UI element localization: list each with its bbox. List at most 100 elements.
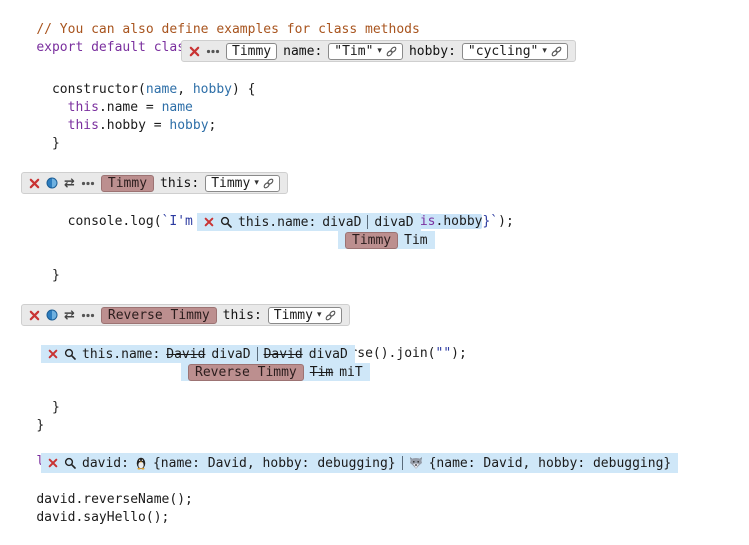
this-value-dropdown[interactable]: Timmy ▾: [205, 175, 280, 192]
string-token: "": [436, 346, 452, 361]
name-value-text: "Tim": [334, 44, 373, 59]
link-icon[interactable]: [386, 46, 397, 57]
example-chip[interactable]: Timmy: [345, 232, 398, 249]
name-value-dropdown[interactable]: "Tim" ▾: [328, 43, 403, 60]
code-token: .name =: [99, 100, 162, 115]
chevron-down-icon: ▾: [317, 311, 322, 320]
param-token: hobby: [193, 82, 232, 97]
code-token: }: [36, 136, 59, 151]
code-token: console.log(: [36, 214, 161, 229]
code-line-call-reverse[interactable]: david.reverseName();: [5, 473, 749, 491]
probe-value: divaD: [322, 215, 361, 230]
probe-value: divaD: [309, 347, 348, 362]
this-label: this:: [160, 176, 199, 191]
class-example-widget: Timmy name: "Tim" ▾ hobby: "cycling" ▾: [181, 40, 576, 62]
probe-value: {name: David, hobby: debugging}: [153, 456, 396, 471]
hobby-value-dropdown[interactable]: "cycling" ▾: [462, 43, 568, 60]
code-line-blank[interactable]: [5, 135, 749, 153]
swap-arrows-icon[interactable]: ⇄: [64, 308, 75, 323]
variable-token: hobby: [169, 118, 208, 133]
sayhello-example-row: ⇄ Timmy this: Timmy ▾: [21, 171, 749, 195]
remove-example-button[interactable]: [29, 310, 40, 321]
this-label: this:: [223, 308, 262, 323]
example-chip[interactable]: Timmy: [101, 175, 154, 192]
remove-example-button[interactable]: [29, 178, 40, 189]
code-line-reverse-head[interactable]: reverseName() {: [5, 285, 749, 303]
code-token: );: [451, 346, 467, 361]
probe-value: miT: [339, 365, 362, 380]
keyword-token: export default class: [36, 40, 200, 55]
probe-label: this.name:: [238, 215, 316, 230]
code-line-let-david[interactable]: let david = new Person("David", "debuggi…: [5, 435, 749, 453]
remove-probe-button[interactable]: [204, 217, 214, 227]
param-token: name: [146, 82, 177, 97]
wolf-icon: [409, 457, 423, 470]
code-line-sayhello-head[interactable]: sayHello() {: [5, 153, 749, 171]
code-line-reverse-body[interactable]: this.name = this.name.split("").reverse(…: [5, 327, 749, 345]
code-token: }: [36, 400, 59, 415]
code-token: david.sayHello();: [36, 510, 169, 525]
probe-widget: Timmy Tim: [338, 231, 435, 249]
code-line-log[interactable]: console.log(`I'm ${this.name} and I like…: [5, 195, 749, 213]
keyword-token: this: [68, 100, 99, 115]
code-line-blank[interactable]: [5, 267, 749, 285]
probe-widget: this.name: David divaD David divaD: [41, 345, 355, 363]
swap-arrows-icon[interactable]: ⇄: [64, 176, 75, 191]
probe-value: divaD: [211, 347, 250, 362]
name-param-label: name:: [283, 44, 322, 59]
example-chip[interactable]: Reverse Timmy: [188, 364, 304, 381]
reverse-example-widget: ⇄ Reverse Timmy this: Timmy ▾: [21, 304, 350, 326]
code-line-blank[interactable]: [5, 417, 749, 435]
code-line-class-close[interactable]: }: [5, 399, 749, 417]
value-divider: [257, 347, 258, 361]
code-token: david.reverseName();: [36, 492, 193, 507]
probe-old-value: David: [166, 347, 205, 362]
toggle-example-icon[interactable]: [46, 309, 58, 321]
code-token: ,: [177, 82, 193, 97]
code-token: }: [36, 268, 59, 283]
magnifier-icon: [220, 216, 232, 228]
probe-old-value: David: [264, 347, 303, 362]
probe-widget: david: {name: David, hobby: debugging} {…: [41, 453, 678, 473]
probe-label: david:: [82, 456, 129, 471]
remove-example-button[interactable]: [189, 46, 200, 57]
code-token: ) {: [232, 82, 255, 97]
sayhello-probe-row2: Timmy Tim: [338, 231, 749, 249]
probe-value: Tim: [404, 233, 427, 248]
more-options-icon[interactable]: [81, 313, 95, 318]
code-token: .hobby =: [99, 118, 169, 133]
chevron-down-icon: ▾: [377, 47, 382, 56]
code-editor[interactable]: // You can also define examples for clas…: [0, 0, 749, 509]
link-icon[interactable]: [263, 178, 274, 189]
remove-probe-button[interactable]: [48, 349, 58, 359]
code-token: }: [36, 418, 44, 433]
probe-label: this.name:: [82, 347, 160, 362]
code-line-ctor-head[interactable]: constructor(name, hobby) {: [5, 63, 749, 81]
david-probe-row: david: {name: David, hobby: debugging} {…: [41, 453, 749, 473]
more-options-icon[interactable]: [81, 181, 95, 186]
remove-probe-button[interactable]: [48, 458, 58, 468]
this-value-dropdown[interactable]: Timmy ▾: [268, 307, 343, 324]
code-line-reverse-close[interactable]: }: [5, 381, 749, 399]
probe-value: {name: David, hobby: debugging}: [429, 456, 672, 471]
code-line-sayhello-close[interactable]: }: [5, 249, 749, 267]
code-token: ;: [209, 118, 217, 133]
probe-widget: Reverse Timmy Tim miT: [181, 363, 370, 381]
this-value-text: Timmy: [211, 176, 250, 191]
value-divider: [367, 215, 368, 229]
hobby-value-text: "cycling": [468, 44, 538, 59]
sayhello-example-widget: ⇄ Timmy this: Timmy ▾: [21, 172, 288, 194]
example-name-input[interactable]: Timmy: [226, 43, 277, 60]
code-line-comment[interactable]: // You can also define examples for clas…: [5, 3, 749, 21]
example-chip[interactable]: Reverse Timmy: [101, 307, 217, 324]
more-options-icon[interactable]: [206, 49, 220, 54]
link-icon[interactable]: [325, 310, 336, 321]
link-icon[interactable]: [551, 46, 562, 57]
chevron-down-icon: ▾: [254, 179, 259, 188]
code-token: );: [498, 214, 514, 229]
toggle-example-icon[interactable]: [46, 177, 58, 189]
hobby-param-label: hobby:: [409, 44, 456, 59]
reverse-example-row: ⇄ Reverse Timmy this: Timmy ▾: [21, 303, 749, 327]
probe-value: divaD: [374, 215, 413, 230]
property-token: .hobby: [436, 214, 483, 229]
